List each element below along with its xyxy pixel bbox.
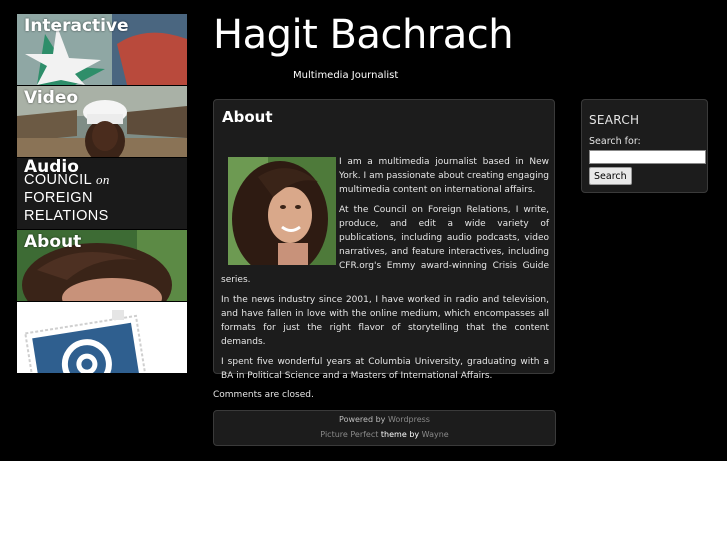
nav-label-interactive: Interactive <box>24 16 129 36</box>
nav-tile-audio[interactable]: COUNCIL on FOREIGN RELATIONS Audio <box>17 158 187 229</box>
nav-tile-interactive[interactable]: Interactive <box>17 14 187 85</box>
post-paragraph: In the news industry since 2001, I have … <box>221 295 549 347</box>
nav-tile-about[interactable]: About <box>17 230 187 301</box>
nav-tile-video[interactable]: Video <box>17 86 187 157</box>
wordpress-link[interactable]: Wordpress <box>388 415 430 424</box>
nav-label-about: About <box>24 232 82 252</box>
site-tagline: Multimedia Journalist <box>293 70 399 81</box>
footer-theme-line: Picture Perfect theme by Wayne <box>214 430 555 439</box>
nav-tile-contact[interactable] <box>17 302 187 373</box>
email-stamp-icon <box>17 302 187 373</box>
post-body: I am a multimedia journalist based in Ne… <box>221 155 549 389</box>
search-widget-title: SEARCH <box>589 113 640 127</box>
cfr-logo-on: on <box>95 172 110 187</box>
image-nav: Interactive Video COUNCIL on FOREIGN REL… <box>17 14 187 374</box>
search-button[interactable]: Search <box>589 167 632 185</box>
theme-author-link[interactable]: Wayne <box>422 430 449 439</box>
comments-status: Comments are closed. <box>213 390 314 400</box>
nav-label-audio: Audio <box>24 158 79 177</box>
post-title: About <box>222 108 273 126</box>
site-title[interactable]: Hagit Bachrach <box>213 12 514 58</box>
footer-theme-word: theme <box>380 430 407 439</box>
search-widget: SEARCH Search for: Search <box>581 99 708 193</box>
site-footer: Powered by Wordpress Picture Perfect the… <box>213 410 556 446</box>
author-portrait <box>221 155 339 277</box>
nav-label-video: Video <box>24 88 79 108</box>
search-input[interactable] <box>589 150 706 164</box>
cfr-logo-line2: FOREIGN <box>24 190 93 206</box>
search-label: Search for: <box>589 136 641 147</box>
footer-powered-by: Powered by <box>339 415 386 424</box>
footer-by-word: by <box>409 430 420 439</box>
cfr-logo-line3: RELATIONS <box>24 208 109 224</box>
cfr-logo: COUNCIL on FOREIGN RELATIONS <box>24 171 110 225</box>
about-post: About I am a multimedia journalist based… <box>213 99 555 381</box>
post-paragraph: I spent five wonderful years at Columbia… <box>221 357 549 381</box>
author-portrait-image <box>228 157 336 277</box>
theme-link[interactable]: Picture Perfect <box>320 430 378 439</box>
footer-powered-line: Powered by Wordpress <box>214 415 555 424</box>
